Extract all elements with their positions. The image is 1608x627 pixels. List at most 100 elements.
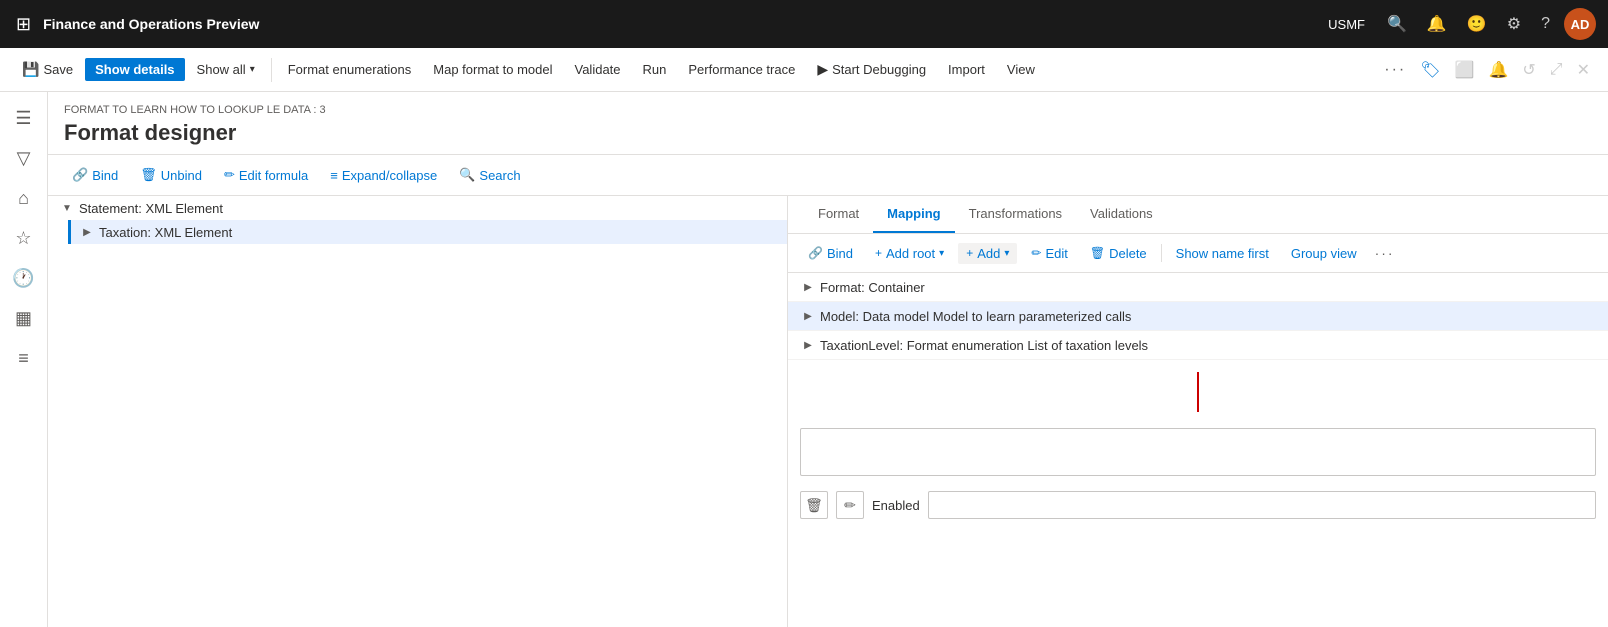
save-button[interactable]: 💾 Save xyxy=(12,57,83,82)
favorites-icon[interactable]: ☆ xyxy=(6,220,42,256)
show-all-button[interactable]: Show all ▾ xyxy=(187,58,265,81)
ds-item-format-container[interactable]: ▶ Format: Container xyxy=(788,273,1608,302)
ds-expand-taxation[interactable]: ▶ xyxy=(800,337,816,353)
ds-item-model-data[interactable]: ▶ Model: Data model Model to learn param… xyxy=(788,302,1608,331)
ds-label-model-data: Model: Data model Model to learn paramet… xyxy=(820,309,1131,324)
cmd-separator-1 xyxy=(271,58,272,82)
enabled-delete-button[interactable]: 🗑 xyxy=(800,491,828,519)
format-enumerations-button[interactable]: Format enumerations xyxy=(278,58,422,81)
show-details-button[interactable]: Show details xyxy=(85,58,184,81)
enabled-edit-button[interactable]: ✏ xyxy=(836,491,864,519)
formula-input[interactable] xyxy=(800,428,1596,476)
notification-count-icon[interactable]: 🔔 xyxy=(1482,56,1514,84)
format-toolbar: 🔗 Bind 🗑 Unbind ✏ Edit formula ≡ Expand/… xyxy=(48,155,1608,196)
delete-mapping-button[interactable]: 🗑 Delete xyxy=(1082,243,1155,264)
edit-formula-button[interactable]: ✏ Edit formula xyxy=(216,163,316,187)
bind-button[interactable]: 🔗 Bind xyxy=(64,163,126,187)
tab-mapping[interactable]: Mapping xyxy=(873,196,954,233)
expand-icon-taxation[interactable]: ▶ xyxy=(79,224,95,240)
main-area: ☰ ▽ ⌂ ☆ 🕐 ▦ ≡ FORMAT TO LEARN HOW TO LOO… xyxy=(0,92,1608,627)
link-icon: 🔗 xyxy=(72,167,88,183)
app-grid-icon[interactable]: ⊞ xyxy=(12,10,35,39)
content-area: FORMAT TO LEARN HOW TO LOOKUP LE DATA : … xyxy=(48,92,1608,627)
run-button[interactable]: Run xyxy=(633,58,677,81)
smiley-icon[interactable]: 🙂 xyxy=(1461,10,1493,38)
mapping-bind-button[interactable]: 🔗 Bind xyxy=(800,243,861,264)
modules-icon[interactable]: ≡ xyxy=(6,340,42,376)
mapping-separator-1 xyxy=(1161,244,1162,262)
unbind-button[interactable]: 🗑 Unbind xyxy=(132,163,210,187)
ds-expand-model[interactable]: ▶ xyxy=(800,308,816,324)
show-name-first-button[interactable]: Show name first xyxy=(1168,243,1277,264)
recent-icon[interactable]: 🕐 xyxy=(6,260,42,296)
tree-item-statement[interactable]: ▼ Statement: XML Element xyxy=(48,196,787,220)
close-icon[interactable]: ✕ xyxy=(1571,56,1596,84)
red-divider-container xyxy=(788,360,1608,420)
validate-button[interactable]: Validate xyxy=(565,58,631,81)
search-button[interactable]: 🔍 Search xyxy=(451,163,528,187)
search-icon[interactable]: 🔍 xyxy=(1381,10,1413,38)
ds-label-format-container: Format: Container xyxy=(820,280,925,295)
settings-icon[interactable]: ⚙ xyxy=(1501,10,1527,38)
pencil-icon: ✏ xyxy=(224,167,235,183)
ds-label-taxation-level: TaxationLevel: Format enumeration List o… xyxy=(820,338,1148,353)
mapping-panel: Format Mapping Transformations Validatio… xyxy=(788,196,1608,627)
mapping-more-icon[interactable]: ··· xyxy=(1371,242,1399,264)
trash-icon: 🗑 xyxy=(140,167,157,183)
mapping-tabs: Format Mapping Transformations Validatio… xyxy=(788,196,1608,234)
bookmark-icon[interactable]: 🏷 xyxy=(1414,56,1446,84)
add-root-plus-icon: + xyxy=(875,246,882,260)
add-button[interactable]: + Add ▾ xyxy=(958,243,1017,264)
tab-format[interactable]: Format xyxy=(804,196,873,233)
mapping-toolbar: 🔗 Bind + Add root ▾ + Add ▾ ✏ xyxy=(788,234,1608,273)
map-format-to-model-button[interactable]: Map format to model xyxy=(423,58,562,81)
tab-transformations[interactable]: Transformations xyxy=(955,196,1076,233)
avatar[interactable]: AD xyxy=(1564,8,1596,40)
page-title: Format designer xyxy=(64,120,1592,146)
more-options-icon[interactable]: ··· xyxy=(1378,57,1412,83)
red-divider xyxy=(1197,372,1199,412)
home-icon[interactable]: ⌂ xyxy=(6,180,42,216)
performance-trace-button[interactable]: Performance trace xyxy=(678,58,805,81)
enabled-label: Enabled xyxy=(872,498,920,513)
add-root-dropdown-icon: ▾ xyxy=(939,248,944,259)
workspaces-icon[interactable]: ▦ xyxy=(6,300,42,336)
panel-icon[interactable]: ⬜ xyxy=(1449,56,1481,84)
expand-collapse-icon: ≡ xyxy=(330,168,338,183)
add-dropdown-icon: ▾ xyxy=(1004,248,1009,259)
enabled-section: 🗑 ✏ Enabled xyxy=(788,487,1608,527)
edit-mapping-button[interactable]: ✏ Edit xyxy=(1023,243,1075,264)
tree-item-taxation[interactable]: ▶ Taxation: XML Element xyxy=(68,220,787,244)
filter-icon[interactable]: ▽ xyxy=(6,140,42,176)
top-bar: ⊞ Finance and Operations Preview USMF 🔍 … xyxy=(0,0,1608,48)
add-root-button[interactable]: + Add root ▾ xyxy=(867,243,952,264)
tree-item-statement-label: Statement: XML Element xyxy=(79,201,223,216)
enabled-input[interactable] xyxy=(928,491,1596,519)
delete-mapping-icon: 🗑 xyxy=(1090,246,1105,260)
start-debugging-button[interactable]: ▶ Start Debugging xyxy=(807,57,936,82)
left-nav: ☰ ▽ ⌂ ☆ 🕐 ▦ ≡ xyxy=(0,92,48,627)
group-view-button[interactable]: Group view xyxy=(1283,243,1365,264)
command-bar: 💾 Save Show details Show all ▾ Format en… xyxy=(0,48,1608,92)
bell-icon[interactable]: 🔔 xyxy=(1421,10,1453,38)
import-button[interactable]: Import xyxy=(938,58,995,81)
edit-mapping-icon: ✏ xyxy=(1031,246,1041,260)
ds-item-taxation-level[interactable]: ▶ TaxationLevel: Format enumeration List… xyxy=(788,331,1608,360)
view-button[interactable]: View xyxy=(997,58,1045,81)
tab-validations[interactable]: Validations xyxy=(1076,196,1167,233)
collapse-icon-statement[interactable]: ▼ xyxy=(59,200,75,216)
page-header: FORMAT TO LEARN HOW TO LOOKUP LE DATA : … xyxy=(48,92,1608,155)
two-panel: ▼ Statement: XML Element ▶ Taxation: XML… xyxy=(48,196,1608,627)
debug-icon: ▶ xyxy=(817,61,828,78)
show-all-dropdown-arrow: ▾ xyxy=(250,64,255,75)
expand-icon[interactable]: ⤢ xyxy=(1544,57,1569,83)
user-label: USMF xyxy=(1328,17,1365,32)
app-title: Finance and Operations Preview xyxy=(43,16,259,32)
help-icon[interactable]: ? xyxy=(1535,11,1556,37)
data-sources-list: ▶ Format: Container ▶ Model: Data model … xyxy=(788,273,1608,360)
hamburger-icon[interactable]: ☰ xyxy=(6,100,42,136)
ds-expand-format[interactable]: ▶ xyxy=(800,279,816,295)
refresh-icon[interactable]: ↺ xyxy=(1516,56,1541,84)
bottom-formula-section xyxy=(788,420,1608,487)
expand-collapse-button[interactable]: ≡ Expand/collapse xyxy=(322,164,445,187)
